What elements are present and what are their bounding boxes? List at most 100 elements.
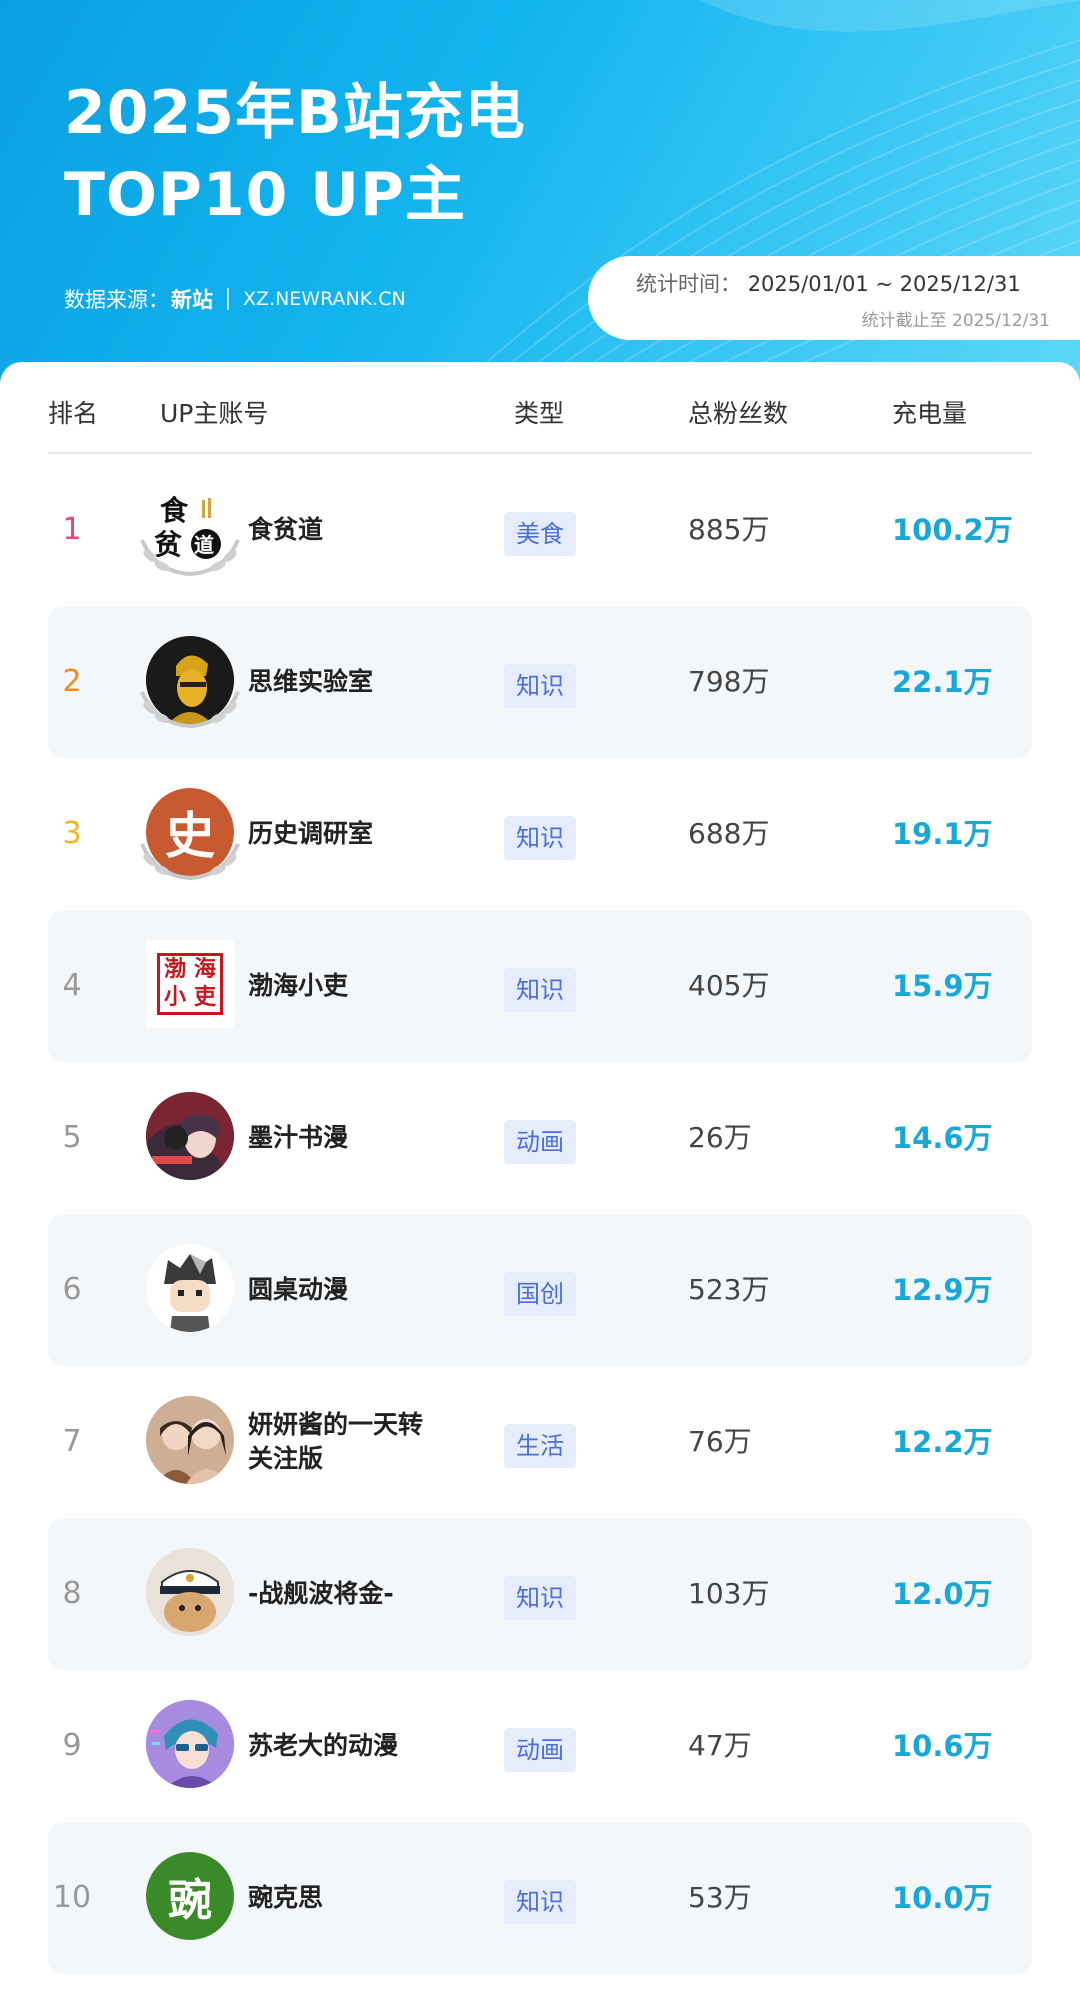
anime-boy-avatar-icon	[146, 1700, 234, 1788]
table-row[interactable]: 4 渤 海 小 吏 渤海小吏 知识 405万 15.9万	[48, 910, 1032, 1062]
account-name[interactable]: 圆桌动漫	[248, 1214, 488, 1366]
rank-number: 1	[62, 512, 82, 547]
photo-avatar-icon	[146, 1396, 234, 1484]
account-name[interactable]: 妍妍酱的一天转关注版	[248, 1366, 424, 1518]
account-name[interactable]: -战舰波将金-	[248, 1518, 488, 1670]
cartoon-boy-avatar-icon	[146, 1244, 234, 1332]
logo-char-shi: 食	[160, 494, 189, 527]
table-row[interactable]: 1 食 贫 道 食贫道 美食 885万 100.2万	[48, 454, 1032, 606]
table-row[interactable]: 10 豌 豌克思 知识 53万 10.0万	[48, 1822, 1032, 1974]
source-divider	[227, 288, 229, 310]
ranking-table: 排名 UP主账号 类型 总粉丝数 充电量 1 食 贫 道 食贫道 美食 885万…	[0, 362, 1080, 1993]
period-label: 统计时间：	[636, 272, 741, 296]
rank-number: 4	[62, 968, 82, 1003]
category-tag: 生活	[504, 1424, 576, 1468]
charge-amount: 100.2万	[892, 513, 1013, 547]
period-cutoff: 统计截止至 2025/12/31	[861, 311, 1050, 331]
column-header-account: UP主账号	[160, 399, 269, 428]
fans-count: 47万	[688, 1729, 752, 1762]
rank-number: 8	[62, 1576, 82, 1611]
charge-amount: 10.6万	[892, 1729, 993, 1763]
charge-amount: 15.9万	[892, 969, 993, 1003]
category-tag: 国创	[504, 1272, 576, 1316]
rank-number: 5	[62, 1120, 82, 1155]
rank-number: 7	[62, 1424, 82, 1459]
bohai-seal-icon: 渤 海 小 吏	[146, 940, 234, 1028]
account-name[interactable]: 思维实验室	[248, 606, 488, 758]
charge-amount: 12.2万	[892, 1425, 993, 1459]
charge-amount: 14.6万	[892, 1121, 993, 1155]
fans-count: 26万	[688, 1121, 752, 1154]
rank-number: 3	[62, 816, 82, 851]
avatar[interactable]	[136, 1244, 244, 1344]
page-title: 2025年B站充电 TOP10 UP主	[64, 72, 526, 236]
charge-amount: 22.1万	[892, 665, 993, 699]
account-name[interactable]: 渤海小吏	[248, 910, 488, 1062]
fans-count: 53万	[688, 1881, 752, 1914]
category-tag: 动画	[504, 1120, 576, 1164]
account-name[interactable]: 历史调研室	[248, 758, 488, 910]
header-banner: 2025年B站充电 TOP10 UP主 数据来源： 新站 XZ.NEWRANK.…	[0, 0, 1080, 420]
fans-count: 523万	[688, 1273, 770, 1306]
fans-count: 798万	[688, 665, 770, 698]
charge-amount: 12.0万	[892, 1577, 993, 1611]
fans-count: 885万	[688, 513, 770, 546]
avatar[interactable]: 食 贫 道	[136, 484, 244, 584]
charge-amount: 19.1万	[892, 817, 993, 851]
table-row[interactable]: 5 墨汁书漫 动画 26万 14.6万	[48, 1062, 1032, 1214]
category-tag: 知识	[504, 816, 576, 860]
cat-captain-avatar-icon	[146, 1548, 234, 1636]
category-tag: 知识	[504, 1880, 576, 1924]
avatar[interactable]	[136, 1092, 244, 1192]
wan-logo-char: 豌	[168, 1875, 212, 1926]
charge-amount: 10.0万	[892, 1881, 993, 1915]
seal-char-1: 渤	[163, 957, 186, 982]
avatar[interactable]: 豌	[136, 1852, 244, 1952]
table-header: 排名 UP主账号 类型 总粉丝数 充电量	[48, 362, 1032, 454]
column-header-rank: 排名	[48, 399, 99, 428]
category-tag: 美食	[504, 512, 576, 556]
avatar[interactable]	[136, 1700, 244, 1800]
title-line-1: 2025年B站充电	[64, 78, 526, 148]
title-line-2: TOP10 UP主	[64, 160, 466, 230]
avatar[interactable]: 渤 海 小 吏	[136, 940, 244, 1040]
charge-amount: 12.9万	[892, 1273, 993, 1307]
laurel-icon	[140, 539, 240, 577]
avatar[interactable]: 史	[136, 788, 244, 888]
category-tag: 知识	[504, 1576, 576, 1620]
table-row[interactable]: 9 苏老大的动漫 动画 47万 10.6万	[48, 1670, 1032, 1822]
column-header-type: 类型	[514, 399, 565, 428]
fans-count: 405万	[688, 969, 770, 1002]
laurel-icon	[140, 691, 240, 729]
rank-number: 6	[62, 1272, 82, 1307]
wan-logo-icon: 豌	[146, 1852, 234, 1940]
fans-count: 688万	[688, 817, 770, 850]
rank-number: 10	[52, 1880, 92, 1915]
period-range: 2025/01/01 ~ 2025/12/31	[747, 272, 1021, 296]
table-row[interactable]: 2 思维实验室 知识 798万 22.1万	[48, 606, 1032, 758]
laurel-icon	[140, 843, 240, 881]
avatar[interactable]	[136, 1548, 244, 1648]
category-tag: 动画	[504, 1728, 576, 1772]
table-row[interactable]: 7 妍妍酱的一天转关注版 生活 76万 12.2万	[48, 1366, 1032, 1518]
column-header-fans: 总粉丝数	[688, 399, 789, 428]
anime-girl-avatar-icon	[146, 1092, 234, 1180]
source-url: XZ.NEWRANK.CN	[243, 288, 406, 310]
avatar[interactable]	[136, 1396, 244, 1496]
rank-number: 2	[62, 664, 82, 699]
rank-number: 9	[62, 1728, 82, 1763]
table-row[interactable]: 3 史 历史调研室 知识 688万 19.1万	[48, 758, 1032, 910]
category-tag: 知识	[504, 968, 576, 1012]
source-label: 数据来源：	[64, 288, 169, 312]
column-header-charge: 充电量	[892, 399, 968, 428]
seal-char-2: 海	[193, 957, 216, 982]
fans-count: 103万	[688, 1577, 770, 1610]
account-name[interactable]: 苏老大的动漫	[248, 1670, 488, 1822]
source-brand: 新站	[171, 288, 213, 312]
table-row[interactable]: 8 -战舰波将金- 知识 103万 12.0万	[48, 1518, 1032, 1670]
account-name[interactable]: 豌克思	[248, 1822, 488, 1974]
account-name[interactable]: 墨汁书漫	[248, 1062, 488, 1214]
table-row[interactable]: 6 圆桌动漫 国创 523万 12.9万	[48, 1214, 1032, 1366]
account-name[interactable]: 食贫道	[248, 454, 488, 606]
avatar[interactable]	[136, 636, 244, 736]
